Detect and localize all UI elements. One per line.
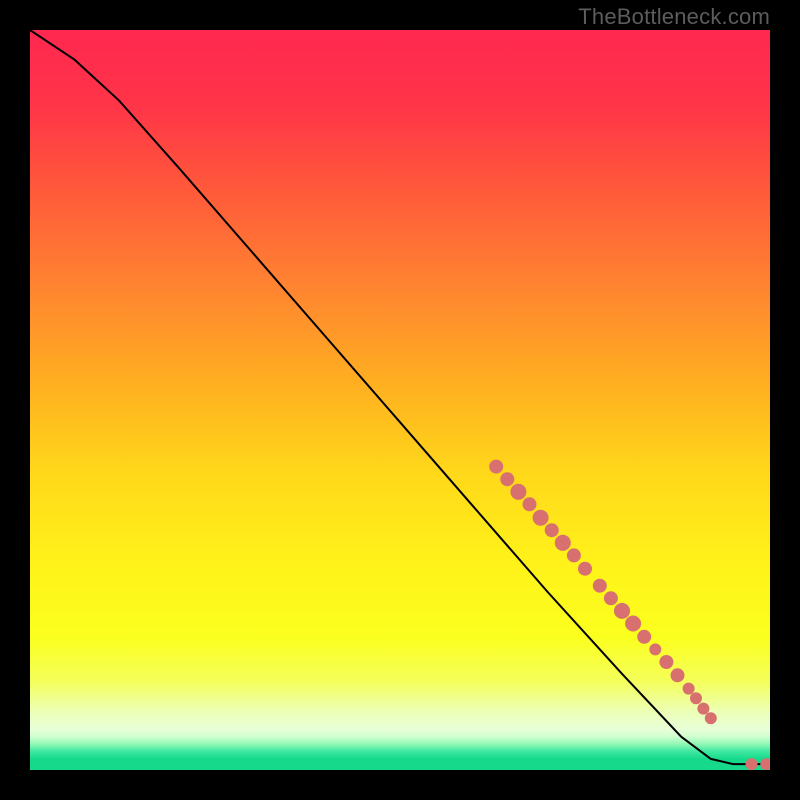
data-point [760,758,770,770]
data-point [697,703,709,715]
chart-overlay [30,30,770,770]
data-point [604,591,618,605]
data-point [625,616,641,632]
data-point [637,630,651,644]
data-point [523,497,537,511]
data-point [659,655,673,669]
data-point [683,683,695,695]
data-point [593,579,607,593]
data-point [510,484,526,500]
chart-frame: TheBottleneck.com [0,0,800,800]
data-point [746,758,758,770]
data-point [545,523,559,537]
watermark-text: TheBottleneck.com [578,4,770,30]
data-point [555,535,571,551]
data-point [649,643,661,655]
data-point [500,472,514,486]
data-point [578,562,592,576]
data-point [671,668,685,682]
data-point [489,460,503,474]
data-point [705,712,717,724]
data-point [690,692,702,704]
data-point [614,603,630,619]
plot-area [30,30,770,770]
data-points [489,460,770,770]
data-point [533,510,549,526]
data-point [567,548,581,562]
